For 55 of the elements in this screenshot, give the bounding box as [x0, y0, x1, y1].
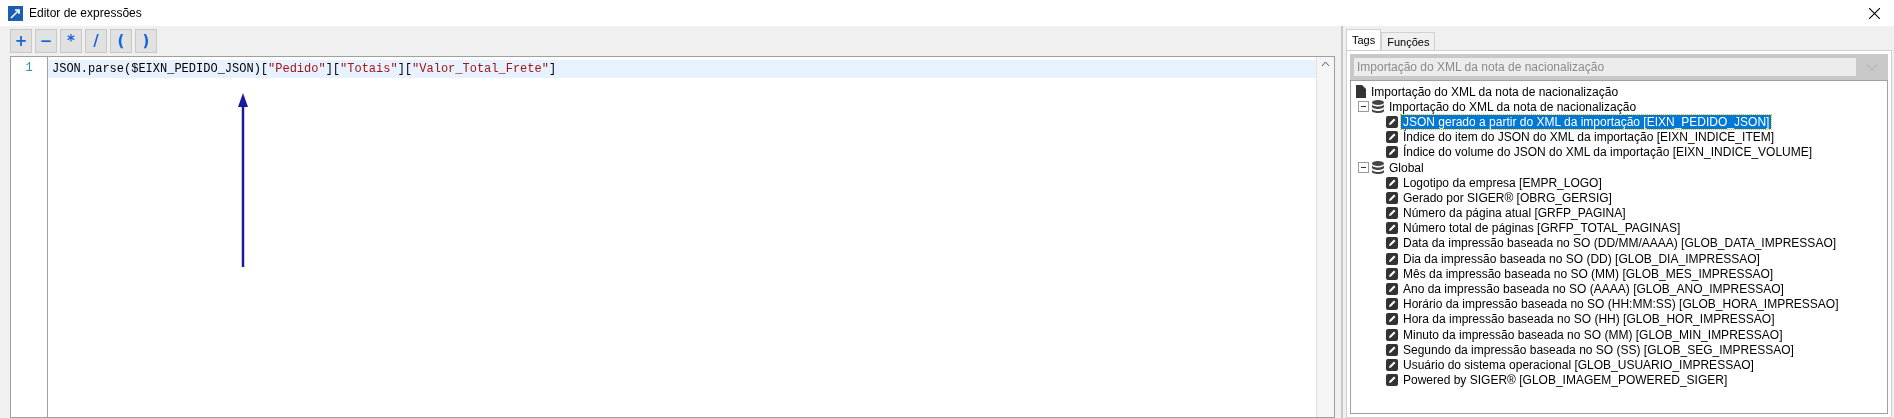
- pencil-icon: [1386, 191, 1398, 204]
- operator-button[interactable]: (: [110, 29, 132, 53]
- tree-item[interactable]: Global: [1387, 160, 1426, 175]
- tree-item[interactable]: Mês da impressão baseada no SO (MM) [GLOB_MES_IMPRESSAO]: [1401, 266, 1776, 281]
- pencil-icon: [1386, 374, 1398, 387]
- tree-item[interactable]: Logotipo da empresa [EMPR_LOGO]: [1401, 175, 1604, 190]
- tree-item[interactable]: Índice do item do JSON do XML da importação [EIXN_INDICE_ITEM]: [1401, 130, 1777, 145]
- tree-item[interactable]: Segundo da impressão baseada no SO (SS) [GLOB_SEG_IMPRESSAO]: [1401, 342, 1796, 357]
- tree-item[interactable]: Usuário do sistema operacional [GLOB_USUARIO_IMPRESSAO]: [1401, 357, 1756, 372]
- tree-item[interactable]: Índice do volume do JSON do XML da importação [EIXN_INDICE_VOLUME]: [1401, 145, 1815, 160]
- tree-item[interactable]: Dia da impressão baseada no SO (DD) [GLOB_DIA_IMPRESSAO]: [1401, 251, 1762, 266]
- collapse-toggle[interactable]: [1358, 101, 1369, 113]
- pencil-icon: [1386, 146, 1398, 159]
- database-icon: [1372, 161, 1384, 175]
- tree-item[interactable]: Importação do XML da nota de nacionalização: [1387, 99, 1639, 114]
- pencil-icon: [1386, 237, 1398, 250]
- pencil-icon: [1386, 131, 1398, 144]
- app-icon: [8, 5, 23, 21]
- tree-item[interactable]: Horário da impressão baseada no SO (HH:MM:SS) [GLOB_HORA_IMPRESSAO]: [1401, 297, 1841, 312]
- operator-button[interactable]: /: [85, 29, 107, 53]
- collapse-toggle[interactable]: [1358, 162, 1369, 174]
- tab[interactable]: Tags: [1346, 29, 1382, 50]
- tree-item[interactable]: Ano da impressão baseada no SO (AAAA) [GLOB_ANO_IMPRESSAO]: [1401, 282, 1786, 297]
- pencil-icon: [1386, 328, 1398, 341]
- line-number: 1: [25, 61, 33, 77]
- operator-button[interactable]: +: [10, 29, 32, 53]
- pencil-icon: [1386, 115, 1398, 128]
- pencil-icon: [1386, 252, 1398, 265]
- operator-button[interactable]: *: [60, 29, 82, 53]
- pencil-icon: [1386, 176, 1398, 189]
- close-icon[interactable]: [1869, 7, 1880, 19]
- tree-item[interactable]: Gerado por SIGER® [OBRG_GERSIG]: [1401, 190, 1614, 205]
- pencil-icon: [1386, 313, 1398, 326]
- pencil-icon: [1386, 358, 1398, 371]
- pencil-icon: [1386, 298, 1398, 311]
- tree-item[interactable]: Hora da impressão baseada no SO (HH) [GLOB_HOR_IMPRESSAO]: [1401, 312, 1777, 327]
- tree-item[interactable]: Minuto da impressão baseada no SO (MM) [GLOB_MIN_IMPRESSAO]: [1401, 327, 1785, 342]
- tree-item[interactable]: Data da impressão baseada no SO (DD/MM/AAAA) [GLOB_DATA_IMPRESSAO]: [1401, 236, 1839, 251]
- database-icon: [1372, 100, 1384, 114]
- operator-button[interactable]: −: [35, 29, 57, 53]
- document-icon: [1356, 85, 1366, 99]
- pencil-icon: [1386, 267, 1398, 280]
- tree-item[interactable]: JSON gerado a partir do XML da importação [EIXN_PEDIDO_JSON]: [1401, 114, 1772, 129]
- pencil-icon: [1386, 222, 1398, 235]
- tree-item[interactable]: Importação do XML da nota de nacionalização: [1369, 84, 1621, 99]
- tab[interactable]: Funções: [1381, 32, 1436, 50]
- pencil-icon: [1386, 283, 1398, 296]
- operator-button[interactable]: ): [135, 29, 157, 53]
- tree-item[interactable]: Powered by SIGER® [GLOB_IMAGEM_POWERED_SIGER]: [1401, 373, 1730, 388]
- window-title: Editor de expressões: [29, 6, 143, 20]
- tree-item[interactable]: Número total de páginas [GRFP_TOTAL_PAGINAS]: [1401, 221, 1683, 236]
- pencil-icon: [1386, 343, 1398, 356]
- scroll-up-icon[interactable]: [1321, 61, 1330, 67]
- pencil-icon: [1386, 207, 1398, 220]
- tree-item[interactable]: Número da página atual [GRFP_PAGINA]: [1401, 206, 1628, 221]
